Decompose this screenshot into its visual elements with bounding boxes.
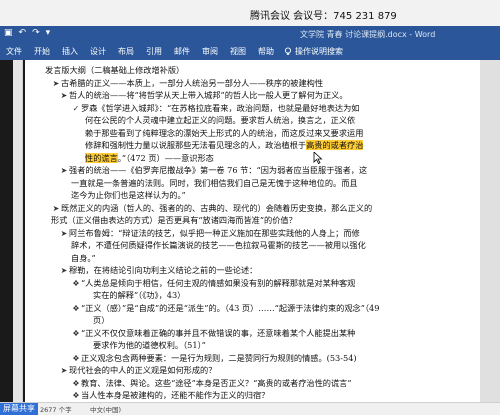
bullet-arrow-icon: ➤ bbox=[52, 77, 60, 88]
list-item: ❖“正义不仅仅意味着正确的事并且不做错误的事，还意味着某个人能提出某种 bbox=[72, 327, 356, 338]
tell-me-search[interactable]: 操作说明搜索 bbox=[284, 46, 343, 57]
list-item-continuation: 迄今为止你们也是这样认为的。” bbox=[71, 190, 186, 200]
bullet-check-icon: ✓ bbox=[72, 102, 80, 113]
outline-content: 发言版大纲（二稿基础上修改增补版） ➤ 古希腊的正义——本质上，一部分人统治另一部… bbox=[45, 64, 465, 402]
vertical-ruler bbox=[13, 60, 23, 402]
bullet-arrow-icon: ➤ bbox=[60, 227, 68, 238]
document-title: 文学院 青春 讨论课提纲.docx - Word bbox=[300, 30, 436, 39]
tab-view[interactable]: 视图 bbox=[224, 46, 252, 57]
bullet-arrow-icon: ➤ bbox=[60, 365, 68, 375]
redo-icon[interactable]: ↷ bbox=[32, 28, 40, 38]
highlighted-text: 性的谎言 bbox=[85, 152, 118, 163]
document-page[interactable]: 发言版大纲（二稿基础上修改增补版） ➤ 古希腊的正义——本质上，一部分人统治另一部… bbox=[25, 60, 480, 402]
list-item: ✓ 罗森《哲学进入城邦》：“在苏格拉底看来，政治问题，也就是最好地表达为如 bbox=[72, 102, 360, 113]
list-item-continuation: 实在的解释”（《功》，43） bbox=[93, 290, 186, 300]
tab-insert[interactable]: 插入 bbox=[56, 46, 84, 57]
tab-references[interactable]: 引用 bbox=[140, 46, 168, 57]
bullet-diamond-icon: ❖ bbox=[72, 302, 80, 313]
list-item: ❖当人性本身是被建构的，还能不能作为正义的归宿？ bbox=[72, 390, 270, 400]
bullet-diamond-icon: ❖ bbox=[72, 377, 80, 388]
list-item: ➤ 强者的统治——《伯罗奔尼撒战争》第一卷 76 节：“因为弱者应当臣服于强者，这 bbox=[60, 165, 368, 175]
tell-me-label: 操作说明搜索 bbox=[295, 46, 343, 56]
lightbulb-icon bbox=[284, 46, 292, 55]
tab-review[interactable]: 审阅 bbox=[196, 46, 224, 57]
tab-file[interactable]: 文件 bbox=[0, 46, 28, 57]
list-item: ❖“人类总是倾向于相信，任何主观的情感如果没有别的解释那就是对某种客观 bbox=[72, 277, 356, 288]
ribbon-tabs: 文件 开始 插入 设计 布局 引用 邮件 审阅 视图 帮助 操作说明搜索 bbox=[0, 42, 500, 60]
bullet-diamond-icon: ❖ bbox=[72, 390, 80, 400]
meeting-id-label: 腾讯会议 会议号：745 231 879 bbox=[250, 11, 397, 22]
undo-icon[interactable]: ↶ bbox=[19, 28, 27, 38]
list-item: ➤ 现代社会的中人的正义观是如何形成的？ bbox=[60, 365, 217, 375]
customize-icon[interactable]: ▾ bbox=[46, 28, 51, 38]
save-icon[interactable]: ▣ bbox=[4, 28, 13, 38]
list-item-continuation: 辞术，不遭任何质疑得作长篇演说的技艺——色拉叙马霍斯的技艺——被用以强化 bbox=[71, 240, 366, 250]
bullet-arrow-icon: ➤ bbox=[60, 265, 68, 275]
status-bar: 屏幕共享 2677 个字 中文(中国) bbox=[0, 402, 500, 415]
word-title-bar: ▣ ↶ ↷ ▾ 文学院 青春 讨论课提纲.docx - Word bbox=[0, 26, 500, 42]
list-item: ❖教育、法律、舆论。这些“途径”本身是否正义？“高贵的或者疗治性的谎言” bbox=[72, 377, 352, 388]
tab-layout[interactable]: 布局 bbox=[112, 46, 140, 57]
bullet-diamond-icon: ❖ bbox=[72, 277, 80, 288]
list-item-continuation: 要求作为他的道德权利。（51）” bbox=[93, 340, 206, 350]
bullet-diamond-icon: ❖ bbox=[72, 327, 80, 338]
screen-share-badge[interactable]: 屏幕共享 bbox=[0, 403, 38, 415]
bullet-arrow-icon: ➤ bbox=[52, 202, 60, 213]
list-item: ❖正义观念包含两种要素：一是行为规则，二是赞同行为规则的情感。(53-54) bbox=[72, 352, 357, 363]
list-item-continuation: 性的谎言。”（472 页）——意识形态 bbox=[85, 152, 214, 163]
list-item: ❖“正义（感）”是“自成”的还是“派生”的。（43 页）……“起源于法律约束的观… bbox=[72, 302, 380, 313]
list-item-continuation: 一直就是一条普遍的法则。同时，我们相信我们自己是无愧于这种地位的。而且 bbox=[71, 177, 358, 188]
list-item-continuation: 形式（正义借由表达的方式）是否更具有“放诸四海而皆准”的价值？ bbox=[51, 215, 297, 225]
quick-access-toolbar: ▣ ↶ ↷ ▾ bbox=[4, 28, 50, 38]
list-item: ➤ 古希腊的正义——本质上，一部分人统治另一部分人——秩序的被建构性 bbox=[52, 77, 324, 88]
list-item-continuation: 何在公民的个人灵魂中建立起正义的问题。要求哲人统治，换言之，正义依 bbox=[85, 115, 356, 125]
list-item: ➤ 阿兰布鲁姆：“辩证法的技艺，似乎把一种正义施加在那些实践他的人身上；而修 bbox=[60, 227, 360, 238]
list-item-continuation: 修辞和强制性力量以说服那些无法看见理念的人，政治植根于高贵的或者疗治 bbox=[85, 140, 364, 150]
meeting-bar: 腾讯会议 会议号：745 231 879 bbox=[0, 0, 500, 26]
list-item: ➤ 穆勒，在将结论引向功利主义结论之前的一些论述： bbox=[60, 265, 258, 275]
list-item-continuation: 页） bbox=[93, 315, 110, 325]
language-indicator[interactable]: 中文(中国) bbox=[90, 404, 121, 414]
list-item: ➤ 既然正义的内涵（哲人的、强者的的、古典的、现代的）会随着历史变换，那么正义的 bbox=[52, 202, 373, 213]
tab-mailings[interactable]: 邮件 bbox=[168, 46, 196, 57]
tab-home[interactable]: 开始 bbox=[28, 46, 56, 57]
tab-help[interactable]: 帮助 bbox=[252, 46, 280, 57]
highlighted-text: 高贵的或者疗治 bbox=[306, 140, 364, 150]
bullet-diamond-icon: ❖ bbox=[72, 352, 80, 363]
word-count[interactable]: 2677 个字 bbox=[40, 404, 72, 414]
bullet-arrow-icon: ➤ bbox=[60, 165, 68, 175]
bullet-arrow-icon: ➤ bbox=[60, 90, 68, 100]
mouse-cursor-icon bbox=[313, 152, 323, 164]
outline-heading: 发言版大纲（二稿基础上修改增补版） bbox=[45, 65, 185, 75]
page-background bbox=[480, 60, 500, 402]
tab-design[interactable]: 设计 bbox=[84, 46, 112, 57]
list-item-continuation: 自身。” bbox=[71, 252, 96, 263]
list-item-continuation: 赖于那些看到了纯粹理念的漂始天上形式的人的统治，而这反过来又要求运用 bbox=[85, 127, 364, 138]
list-item: ➤ 哲人的统治——将“将哲学从天上带入城邦”的哲人比一般人更了解何为正义。 bbox=[60, 90, 348, 100]
